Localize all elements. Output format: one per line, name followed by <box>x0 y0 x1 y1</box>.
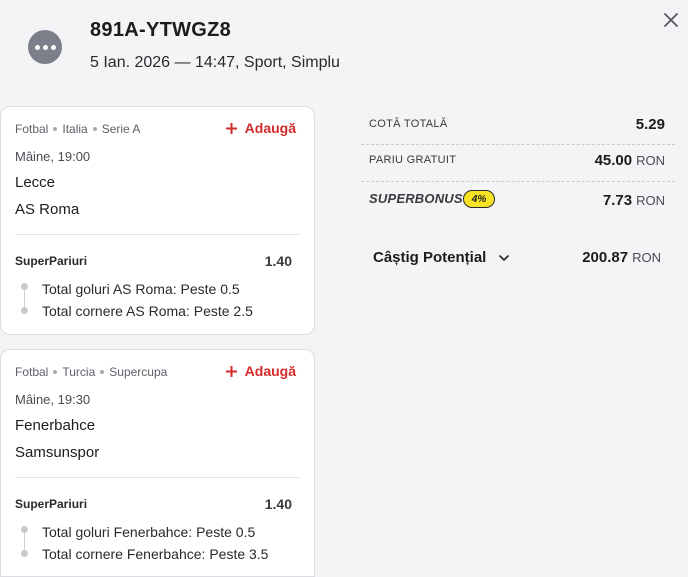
divider <box>15 477 300 478</box>
more-icon-dot <box>50 44 56 50</box>
event-breadcrumb: Fotbal Italia Serie A <box>15 122 140 136</box>
selection-item: Total cornere Fenerbahce: Peste 3.5 <box>42 546 269 562</box>
free-bet-row: PARIU GRATUIT 45.00 RON <box>361 145 675 181</box>
add-button[interactable]: Adaugă <box>225 363 296 379</box>
total-odds-label: COTĂ TOTALĂ <box>369 118 448 130</box>
event-time: Mâine, 19:30 <box>15 392 91 407</box>
add-button[interactable]: Adaugă <box>225 120 296 136</box>
team-home: Lecce <box>15 174 56 191</box>
currency-label: RON <box>636 193 665 208</box>
more-icon-dot <box>42 44 48 50</box>
selection-timeline <box>20 283 30 316</box>
timeline-dot <box>21 550 28 557</box>
league-label: Serie A <box>101 122 141 136</box>
plus-icon <box>225 122 237 134</box>
potential-win-value: 200.87 <box>582 249 629 266</box>
selection-item: Total cornere AS Roma: Peste 2.5 <box>42 303 253 319</box>
currency-label: RON <box>636 153 665 168</box>
more-icon <box>34 44 40 50</box>
sport-label: Fotbal <box>15 122 49 136</box>
country-label: Turcia <box>62 365 96 379</box>
separator-dot <box>53 127 58 131</box>
selection-timeline <box>20 526 30 559</box>
ticket-subtitle: 5 Ian. 2026 — 14:47, Sport, Simplu <box>90 54 340 71</box>
free-bet-label: PARIU GRATUIT <box>369 154 457 166</box>
add-label: Adaugă <box>244 363 296 379</box>
more-options-button[interactable] <box>28 30 62 64</box>
league-label: Supercupa <box>109 365 168 379</box>
market-odd: 1.40 <box>264 253 292 269</box>
plus-icon <box>225 365 237 377</box>
selection-item: Total goluri AS Roma: Peste 0.5 <box>42 281 240 297</box>
free-bet-amount: 45.00 RON <box>595 152 665 169</box>
chevron-down-icon <box>499 254 510 261</box>
ticket-id: 891A-YTWGZ8 <box>90 19 232 41</box>
close-icon[interactable] <box>660 9 682 31</box>
timeline-dot <box>21 283 28 290</box>
divider <box>15 234 300 235</box>
superbonus-value: 7.73 <box>602 192 633 209</box>
market-name: SuperPariuri <box>15 254 88 268</box>
market-name: SuperPariuri <box>15 497 88 511</box>
team-away: AS Roma <box>15 201 80 218</box>
event-breadcrumb: Fotbal Turcia Supercupa <box>15 365 167 379</box>
selection-item: Total goluri Fenerbahce: Peste 0.5 <box>42 524 256 540</box>
event-card: Fotbal Italia Serie A Adaugă Mâine, 19:0… <box>0 106 315 335</box>
separator-dot <box>92 127 97 131</box>
team-away: Samsunspor <box>15 444 100 461</box>
total-odds-row: COTĂ TOTALĂ 5.29 <box>361 108 675 144</box>
timeline-dot <box>21 526 28 533</box>
currency-label: RON <box>632 250 661 265</box>
event-card: Fotbal Turcia Supercupa Adaugă Mâine, 19… <box>0 349 315 577</box>
superbonus-row: 7.73 RON <box>361 182 675 218</box>
total-odds-value: 5.29 <box>635 116 665 133</box>
country-label: Italia <box>62 122 88 136</box>
potential-win-label: Câștig Potențial <box>373 249 487 266</box>
event-time: Mâine, 19:00 <box>15 149 91 164</box>
timeline-dot <box>21 307 28 314</box>
superbonus-amount: 7.73 RON <box>603 192 665 209</box>
separator-dot <box>53 370 58 374</box>
free-bet-value: 45.00 <box>594 152 633 169</box>
ticket-header: 891A-YTWGZ8 5 Ian. 2026 — 14:47, Sport, … <box>0 0 688 100</box>
potential-win-amount: 200.87 RON <box>582 249 661 266</box>
separator-dot <box>100 370 105 374</box>
market-odd: 1.40 <box>264 496 292 512</box>
sport-label: Fotbal <box>15 365 49 379</box>
add-label: Adaugă <box>244 120 296 136</box>
team-home: Fenerbahce <box>15 417 96 434</box>
potential-win-toggle[interactable]: Câștig Potențial <box>373 249 510 266</box>
